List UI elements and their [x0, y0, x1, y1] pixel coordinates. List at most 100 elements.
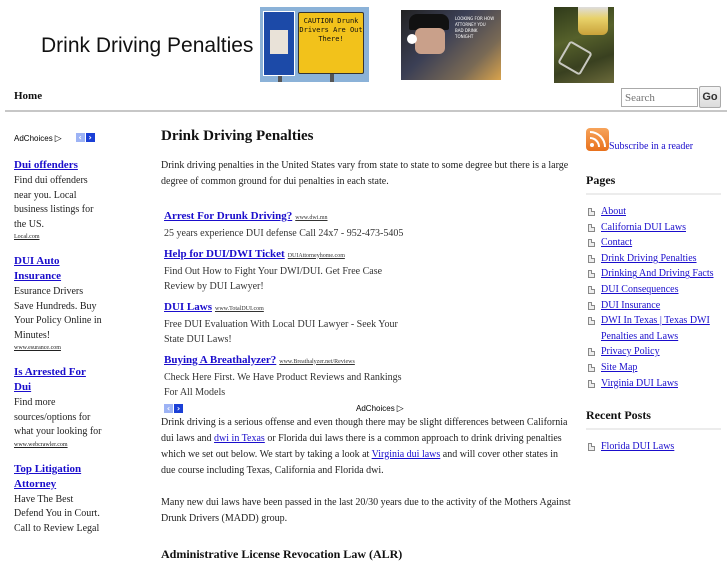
- ad-url[interactable]: www.Breathalyzer.net/Reviews: [279, 359, 355, 365]
- ad-title-link[interactable]: Buying A Breathalyzer?: [164, 354, 276, 366]
- sign-post: [330, 74, 334, 82]
- body-paragraph: Drink driving is a serious offense and e…: [161, 415, 571, 479]
- adchoices-link[interactable]: AdChoices ▷: [14, 133, 62, 144]
- ad-title-link[interactable]: DUI Auto Insurance: [14, 254, 102, 284]
- inline-ad-item[interactable]: DUI Laws www.TotalDUI.com Free DUI Evalua…: [164, 298, 411, 348]
- adchoices-icon: ▷: [54, 133, 62, 143]
- ad-description: Free DUI Evaluation With Local DUI Lawye…: [164, 318, 398, 346]
- sidebar-list-item: Drink Driving Penalties: [588, 251, 721, 267]
- sidebar-list-item: DUI Consequences: [588, 282, 721, 298]
- sidebar-page-link[interactable]: DWI In Texas | Texas DWI Penalties and L…: [601, 313, 721, 344]
- page-icon: [588, 223, 595, 232]
- sidebar-page-link[interactable]: Site Map: [601, 360, 637, 376]
- ad-url[interactable]: www.dwi.mn: [295, 215, 327, 221]
- subscribe-row: Subscribe in a reader: [586, 128, 721, 152]
- left-ad-item[interactable]: Top Litigation Attorney Have The Best De…: [14, 462, 102, 537]
- page-icon: [588, 239, 595, 248]
- left-ad-item[interactable]: Is Arrested For Dui Find more sources/op…: [14, 365, 102, 450]
- ad-description: Check Here First. We Have Product Review…: [164, 371, 402, 399]
- ad-description: Find Out How to Fight Your DWI/DUI. Get …: [164, 265, 383, 293]
- inline-ad-item[interactable]: Buying A Breathalyzer? www.Breathalyzer.n…: [164, 351, 411, 401]
- ad-title-link[interactable]: Is Arrested For Dui: [14, 365, 102, 395]
- left-ad-item[interactable]: DUI Auto Insurance Esurance Drivers Save…: [14, 254, 102, 353]
- adchoices-label: AdChoices: [14, 134, 53, 143]
- site-title[interactable]: Drink Driving Penalties: [41, 34, 253, 58]
- ad-title-link[interactable]: Top Litigation Attorney: [14, 462, 102, 492]
- page-icon: [588, 363, 595, 372]
- sidebar-list-item: Drinking And Driving Facts: [588, 266, 721, 282]
- search-input[interactable]: [621, 88, 698, 107]
- page-title: Drink Driving Penalties: [161, 128, 314, 144]
- ad-url[interactable]: www.webcrawler.com: [14, 440, 102, 450]
- pages-list: About California DUI Laws Contact Drink Dri…: [588, 204, 721, 391]
- ad-description: Esurance Drivers Save Hundreds. Buy Your…: [14, 286, 102, 341]
- sidebar-page-link[interactable]: California DUI Laws: [601, 220, 686, 236]
- sign-post: [278, 76, 282, 82]
- ad-url[interactable]: www.TotalDUI.com: [215, 306, 264, 312]
- ad-next-arrow-icon[interactable]: ›: [174, 403, 183, 413]
- section-heading: Administrative License Revocation Law (A…: [161, 546, 403, 561]
- dwi-in-texas-link[interactable]: dwi in Texas: [214, 433, 265, 444]
- beer-glass: [578, 7, 608, 35]
- ad-description: Find dui offenders near you. Local busin…: [14, 175, 94, 230]
- sidebar-page-link[interactable]: Contact: [601, 235, 632, 251]
- caution-sign-image: CAUTION Drunk Drivers Are Out There!: [260, 7, 369, 82]
- sidebar-page-link[interactable]: Privacy Policy: [601, 344, 660, 360]
- right-sidebar: Subscribe in a reader Pages About Califor…: [586, 128, 721, 455]
- sidebar-list-item: DWI In Texas | Texas DWI Penalties and L…: [588, 313, 721, 344]
- sidebar-page-link[interactable]: DUI Insurance: [601, 298, 660, 314]
- left-ad-column: AdChoices ▷ ‹ › Dui offenders Find dui o…: [14, 128, 102, 536]
- sidebar-list-item: Florida DUI Laws: [588, 439, 721, 455]
- adchoices-label: AdChoices: [356, 403, 395, 413]
- sidebar-page-link[interactable]: Virginia DUI Laws: [601, 376, 678, 392]
- officer-face: [415, 28, 445, 54]
- ad-description: Have The Best Defend You in Court. Call …: [14, 493, 100, 534]
- header-divider: [5, 110, 727, 112]
- nav-home-link[interactable]: Home: [14, 90, 42, 102]
- adchoices-icon: ▷: [396, 402, 404, 413]
- ad-title-link[interactable]: Dui offenders: [14, 158, 102, 173]
- rss-feed-icon[interactable]: [586, 128, 609, 151]
- police-officer-image: LOOKING FOR HOW ATTORNEY YOU BAD DRINK T…: [401, 10, 501, 80]
- search-go-button[interactable]: Go: [699, 86, 721, 108]
- inline-ad-item[interactable]: Help for DUI/DWI Ticket DUIAttorneyhome.c…: [164, 245, 411, 295]
- ad-url[interactable]: DUIAttorneyhome.com: [288, 253, 345, 259]
- sidebar-page-link[interactable]: DUI Consequences: [601, 282, 678, 298]
- ad-url[interactable]: www.esurance.com: [14, 343, 102, 353]
- beer-and-keys-image: [554, 7, 614, 83]
- page-icon: [588, 270, 595, 279]
- left-ad-item[interactable]: Dui offenders Find dui offenders near yo…: [14, 158, 102, 242]
- page-icon: [588, 285, 595, 294]
- pages-widget-title: Pages: [586, 173, 721, 195]
- inline-ad-item[interactable]: Arrest For Drunk Driving? www.dwi.mn 25 y…: [164, 207, 411, 242]
- virginia-dui-laws-link[interactable]: Virginia dui laws: [372, 449, 441, 460]
- ad-prev-arrow-icon[interactable]: ‹: [164, 403, 173, 413]
- ad-title-link[interactable]: Arrest For Drunk Driving?: [164, 210, 292, 222]
- ad-url[interactable]: Local.com: [14, 232, 102, 242]
- ad-prev-arrow-icon[interactable]: ‹: [75, 132, 85, 142]
- ad-next-arrow-icon[interactable]: ›: [85, 132, 95, 142]
- ad-title-link[interactable]: Help for DUI/DWI Ticket: [164, 248, 285, 260]
- recent-posts-widget: Recent Posts Florida DUI Laws: [586, 408, 721, 455]
- sidebar-list-item: Virginia DUI Laws: [588, 376, 721, 392]
- adchoices-link[interactable]: AdChoices ▷: [356, 403, 404, 414]
- sidebar-list-item: Site Map: [588, 360, 721, 376]
- sidebar-page-link[interactable]: About: [601, 204, 626, 220]
- sidebar-page-link[interactable]: Drink Driving Penalties: [601, 251, 697, 267]
- sidebar-page-link[interactable]: Florida DUI Laws: [601, 439, 674, 455]
- ad-description: Find more sources/options for what your …: [14, 397, 102, 437]
- sidebar-list-item: About: [588, 204, 721, 220]
- page-icon: [588, 317, 595, 326]
- page-icon: [588, 379, 595, 388]
- ad-title-link[interactable]: DUI Laws: [164, 301, 212, 313]
- page-icon: [588, 443, 595, 452]
- victim-sign: [263, 11, 295, 76]
- page-icon: [588, 301, 595, 310]
- page-icon: [588, 348, 595, 357]
- sidebar-page-link[interactable]: Drinking And Driving Facts: [601, 266, 714, 282]
- page-icon: [588, 254, 595, 263]
- page-icon: [588, 208, 595, 216]
- body-paragraph: Many new dui laws have been passed in th…: [161, 496, 571, 524]
- subscribe-link[interactable]: Subscribe in a reader: [609, 141, 693, 152]
- inline-ad-block: Arrest For Drunk Driving? www.dwi.mn 25 y…: [161, 207, 411, 415]
